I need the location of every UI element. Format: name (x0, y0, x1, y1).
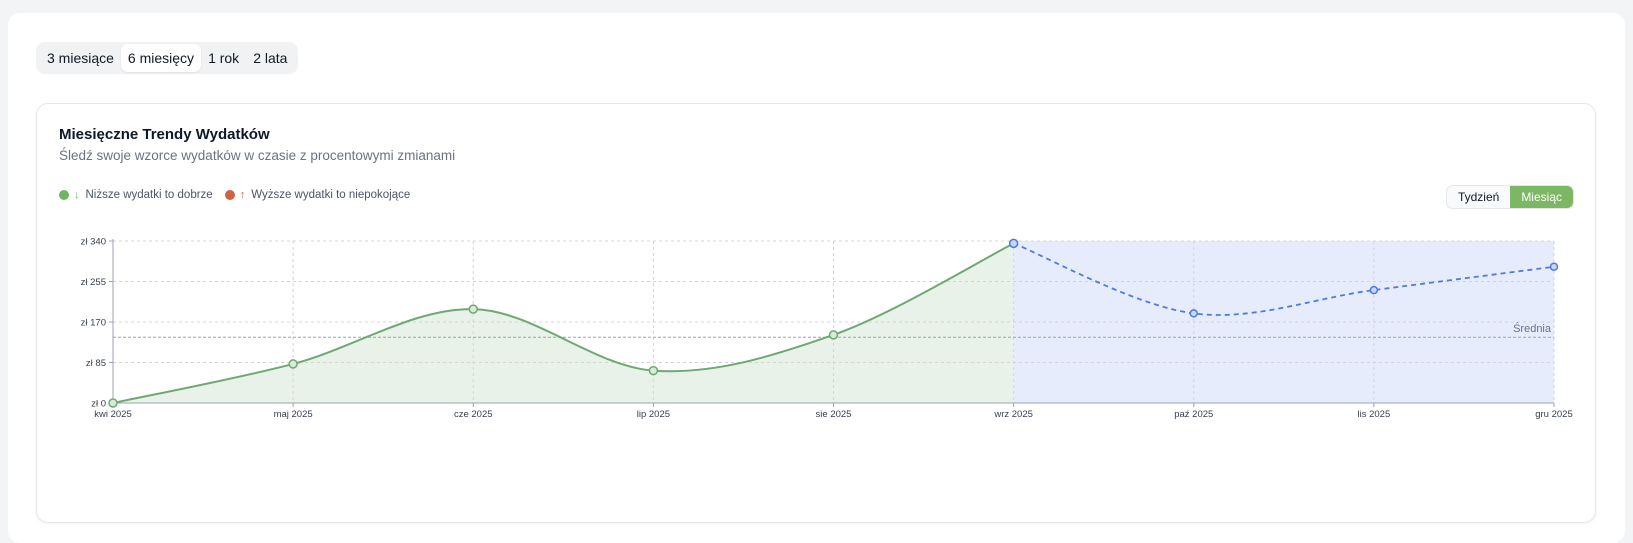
tab-3-months[interactable]: 3 miesiące (40, 44, 121, 72)
week-button[interactable]: Tydzień (1447, 186, 1510, 208)
tab-1-year[interactable]: 1 rok (201, 44, 246, 72)
legend-good: ↓ Niższe wydatki to dobrze (59, 189, 213, 201)
card-title: Miesięczne Trendy Wydatków (59, 126, 270, 143)
card-subtitle: Śledź swoje wzorce wydatków w czasie z p… (59, 148, 456, 163)
tab-2-years[interactable]: 2 lata (246, 44, 294, 72)
legend-good-label: Niższe wydatki to dobrze (85, 189, 213, 201)
good-dot-icon (59, 190, 69, 200)
arrow-up-icon: ↑ (239, 189, 246, 201)
granularity-toggle: Tydzień Miesiąc (1445, 185, 1574, 209)
legend-bad-label: Wyższe wydatki to niepokojące (251, 189, 411, 201)
bad-dot-icon (224, 190, 235, 200)
legend-bad: ↑ Wyższe wydatki to niepokojące (224, 189, 411, 201)
spending-trends-card: Miesięczne Trendy Wydatków Śledź swoje w… (36, 103, 1596, 523)
arrow-down-icon: ↓ (74, 189, 80, 201)
period-selector: 3 miesiące 6 miesięcy 1 rok 2 lata (36, 42, 299, 74)
trend-legend: ↓ Niższe wydatki to dobrze ↑ Wyższe wyda… (59, 189, 422, 201)
month-button[interactable]: Miesiąc (1510, 186, 1573, 208)
tab-6-months[interactable]: 6 miesięcy (120, 44, 202, 72)
